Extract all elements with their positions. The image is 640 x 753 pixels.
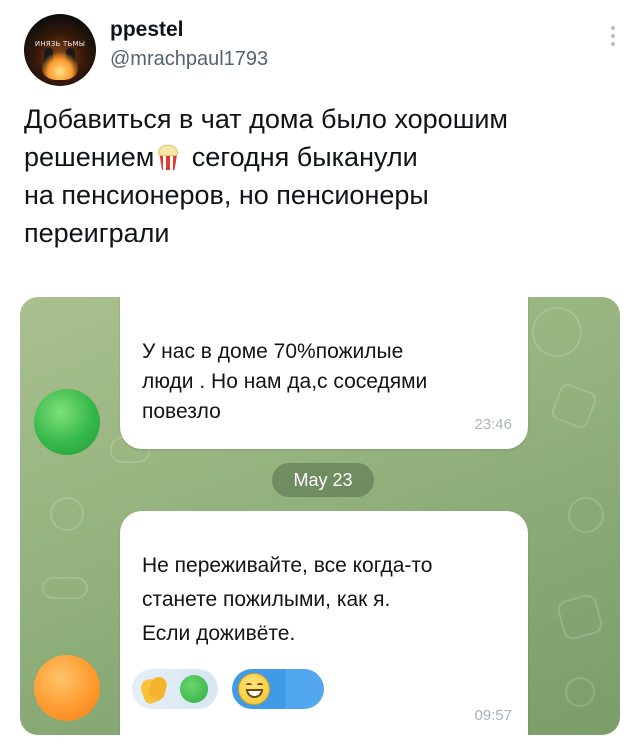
background-doodle (50, 497, 84, 531)
background-doodle (565, 677, 595, 707)
tweet-text-line: Добавиться в чат дома было хорошим (24, 104, 508, 134)
sender-avatar-green[interactable] (34, 389, 100, 455)
reaction-grin-button[interactable] (232, 669, 324, 709)
avatar-fire (42, 52, 78, 80)
user-handle[interactable]: @mrachpaul1793 (110, 48, 268, 71)
background-doodle (568, 497, 604, 533)
reaction-clap-button[interactable] (132, 669, 218, 709)
chat-screenshot[interactable]: У нас в доме 70%пожилые люди . Но нам да… (20, 297, 620, 735)
message-bubble[interactable]: У нас в доме 70%пожилые люди . Но нам да… (120, 297, 528, 449)
message-reactions (132, 669, 424, 709)
message-bubble[interactable]: Не переживайте, все когда-то станете пож… (120, 511, 528, 735)
grinning-face-icon (238, 673, 270, 705)
avatar-caption: ИНЯЗЬ ТЬМЫ (34, 40, 86, 48)
tweet-text-line: переиграли (24, 218, 170, 248)
background-doodle (532, 307, 582, 357)
message-time: 09:57 (474, 707, 512, 724)
clapping-hands-icon (138, 673, 170, 706)
background-doodle (555, 592, 605, 642)
message-time: 23:46 (474, 416, 512, 433)
message-text: Не переживайте, все когда-то станете пож… (142, 554, 433, 645)
display-name[interactable]: ppestel (110, 18, 184, 42)
tweet-text-line: решением сегодня быканули (24, 142, 418, 172)
sender-avatar-orange[interactable] (34, 655, 100, 721)
popcorn-icon (156, 144, 180, 170)
more-options-icon[interactable] (610, 26, 616, 50)
background-doodle (42, 577, 88, 599)
reactor-avatar (180, 675, 208, 703)
tweet-text: Добавиться в чат дома было хорошим решен… (24, 100, 624, 252)
background-doodle (549, 381, 599, 431)
tweet-avatar[interactable]: ИНЯЗЬ ТЬМЫ (24, 14, 96, 86)
tweet-text-line: на пенсионеров, но пенсионеры (24, 180, 429, 210)
message-text: У нас в доме 70%пожилые люди . Но нам да… (142, 340, 428, 423)
date-separator: May 23 (272, 463, 374, 497)
